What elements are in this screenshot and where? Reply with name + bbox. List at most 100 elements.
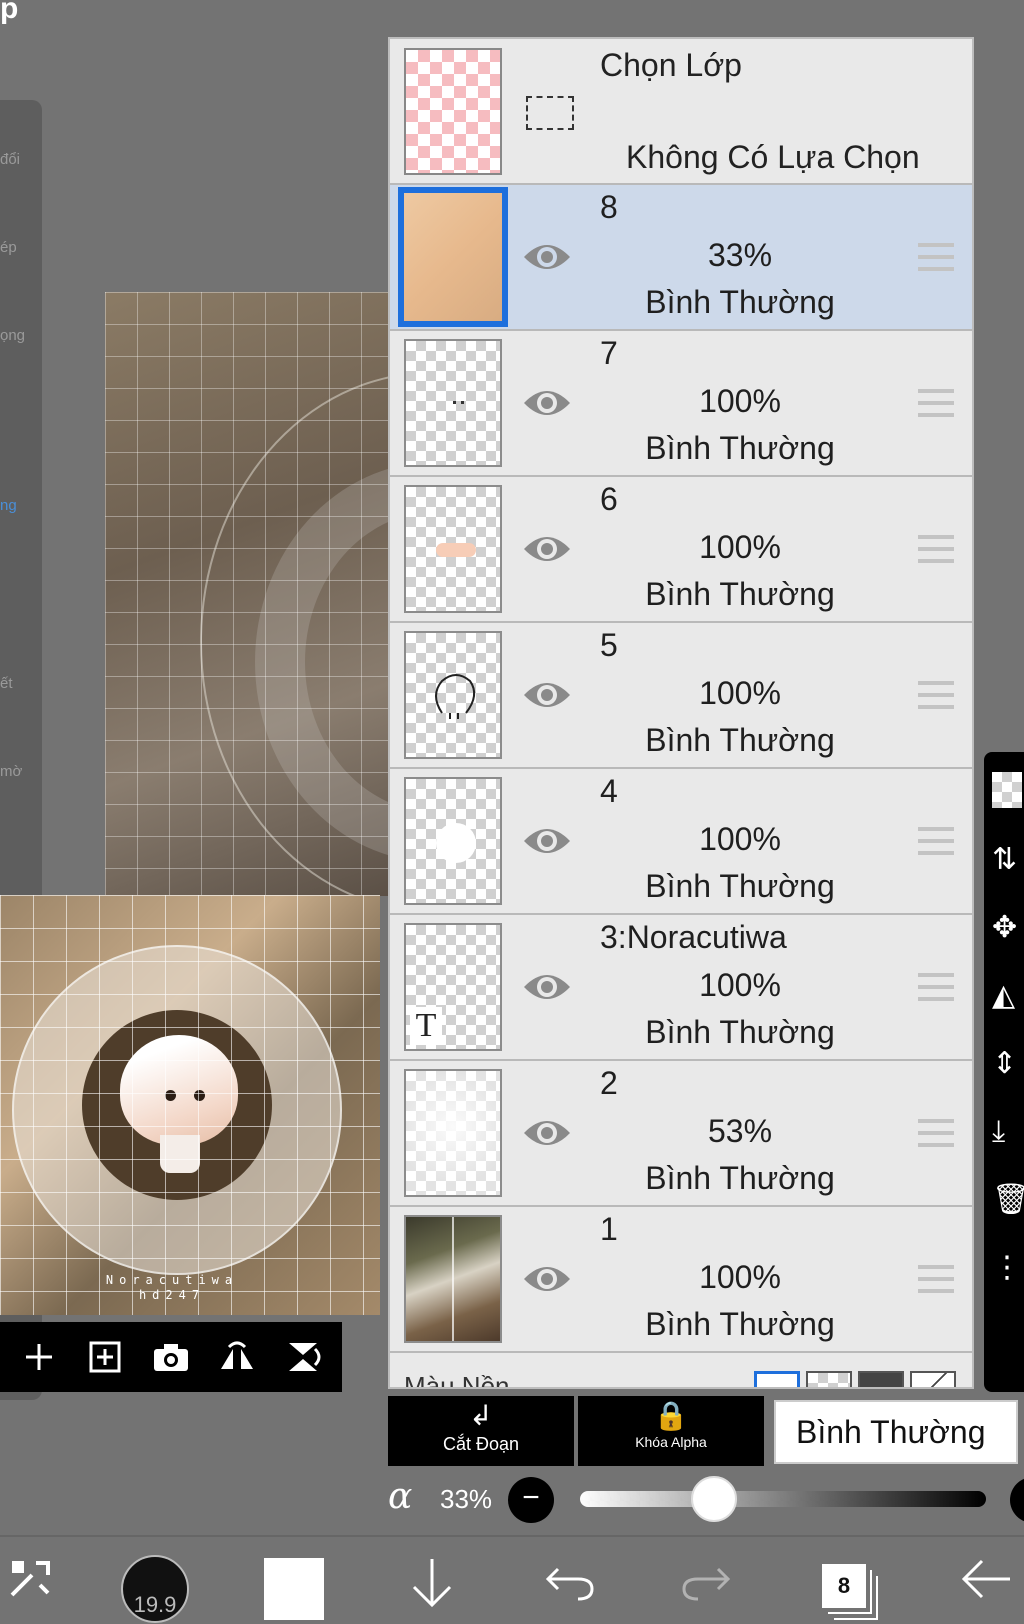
layer-row-7[interactable]: 7 100% Bình Thường xyxy=(390,331,972,477)
opacity-slider[interactable] xyxy=(580,1491,986,1507)
undo-icon[interactable] xyxy=(542,1555,598,1617)
layer-blend-mode: Bình Thường xyxy=(645,576,835,612)
layer-opacity: 53% xyxy=(707,1113,773,1149)
transparency-icon[interactable] xyxy=(992,772,1022,808)
add-icon[interactable] xyxy=(15,1333,63,1381)
eye-icon[interactable] xyxy=(522,1259,572,1299)
alpha-lock-button[interactable]: 🔒 Khóa Alpha xyxy=(578,1396,764,1466)
layer-thumbnail xyxy=(404,777,502,905)
layer-name: 4 xyxy=(600,773,618,809)
layer-blend-mode: Bình Thường xyxy=(645,430,835,466)
drawing-canvas[interactable] xyxy=(105,292,390,896)
back-arrow-icon[interactable] xyxy=(958,1555,1014,1617)
layers-button[interactable]: 8 xyxy=(822,1564,866,1608)
lock-alpha-icon: 🔒 xyxy=(653,1400,689,1431)
drag-handle-icon[interactable] xyxy=(918,389,954,417)
opacity-value: 33% xyxy=(440,1484,493,1514)
bg-dark-swatch[interactable] xyxy=(858,1371,904,1387)
eye-icon[interactable] xyxy=(522,967,572,1007)
layer-blend-mode: Bình Thường xyxy=(645,284,835,320)
down-arrow-icon[interactable] xyxy=(404,1555,460,1624)
tool-smudge[interactable]: ết xyxy=(0,654,40,692)
eye-icon[interactable] xyxy=(522,821,572,861)
opacity-slider-thumb[interactable] xyxy=(690,1476,737,1522)
tool-blur[interactable] xyxy=(0,394,40,411)
eye-icon[interactable] xyxy=(522,675,572,715)
selection-title: Chọn Lớp xyxy=(600,47,742,83)
layer-opacity: 100% xyxy=(699,967,781,1003)
camera-icon[interactable] xyxy=(147,1333,195,1381)
eye-icon[interactable] xyxy=(522,237,572,277)
layer-thumbnail xyxy=(404,631,502,759)
tool-transform[interactable]: đổi xyxy=(0,130,40,168)
tool-shape[interactable]: ọng xyxy=(0,306,40,344)
layer-opacity: 100% xyxy=(699,1259,781,1295)
eye-icon[interactable] xyxy=(522,383,572,423)
layer-right-toolbar: ⇅ ✥ ◭ ⇕ ⤓ 🗑 ⋮ xyxy=(984,752,1024,1392)
tool-brush[interactable]: ng xyxy=(0,476,40,514)
drag-handle-icon[interactable] xyxy=(918,681,954,709)
preview-toolbar xyxy=(0,1322,342,1392)
tool-label: ọng xyxy=(0,327,26,344)
flip-horizontal-icon[interactable] xyxy=(213,1333,261,1381)
flip-vertical-icon[interactable] xyxy=(279,1333,327,1381)
layer-blend-mode: Bình Thường xyxy=(645,722,835,758)
preview-grid xyxy=(0,895,380,1315)
app-title-fragment: p xyxy=(0,0,19,25)
merge-down-icon[interactable]: ⤓ xyxy=(992,1112,1024,1152)
canvas-preview[interactable]: Noracutiwa hd247 xyxy=(0,895,380,1315)
eye-icon[interactable] xyxy=(522,1113,572,1153)
drag-handle-icon[interactable] xyxy=(918,1119,954,1147)
drag-handle-icon[interactable] xyxy=(918,535,954,563)
bottom-divider xyxy=(0,1535,1024,1537)
layer-panel: Chọn Lớp Không Có Lựa Chọn 8 33% Bình Th… xyxy=(388,37,974,1389)
layer-row-1[interactable]: 1 100% Bình Thường xyxy=(390,1207,972,1353)
layer-row-3[interactable]: T 3:Noracutiwa 100% Bình Thường xyxy=(390,915,972,1061)
clip-button[interactable]: ↲ Cắt Đoạn xyxy=(388,1396,574,1466)
tool-eraser[interactable]: mờ xyxy=(0,742,40,780)
bg-transparent-swatch[interactable] xyxy=(806,1371,852,1387)
opacity-increase-button[interactable] xyxy=(1010,1477,1024,1523)
add-window-icon[interactable] xyxy=(81,1333,129,1381)
background-color-row: Màu Nền xyxy=(390,1353,972,1387)
brush-size-indicator[interactable]: 19.9 xyxy=(121,1555,189,1623)
flip-vertical-icon[interactable]: ⇕ xyxy=(992,1044,1024,1084)
layer-row-6[interactable]: 6 100% Bình Thường xyxy=(390,477,972,623)
blend-mode-select[interactable]: Bình Thường xyxy=(774,1400,1018,1464)
swap-layers-icon[interactable]: ⇅ xyxy=(992,840,1024,880)
layer-row-4[interactable]: 4 100% Bình Thường xyxy=(390,769,972,915)
flip-icon[interactable]: ◭ xyxy=(992,976,1024,1016)
layer-thumbnail xyxy=(404,339,502,467)
layer-row-8[interactable]: 8 33% Bình Thường xyxy=(390,185,972,331)
tool-bucket[interactable] xyxy=(0,564,40,581)
layer-opacity: 100% xyxy=(699,529,781,565)
drag-handle-icon[interactable] xyxy=(918,243,954,271)
canvas-grid xyxy=(105,292,390,896)
color-swatch[interactable] xyxy=(264,1558,324,1620)
drag-handle-icon[interactable] xyxy=(918,827,954,855)
opacity-decrease-button[interactable]: − xyxy=(508,1477,554,1523)
bg-none-swatch[interactable] xyxy=(910,1371,956,1387)
preview-signature: Noracutiwa hd247 xyxy=(105,1273,239,1302)
bg-white-swatch[interactable] xyxy=(754,1371,800,1387)
transform-tool-icon[interactable] xyxy=(0,1555,60,1617)
tool-pen[interactable]: ép xyxy=(0,218,40,256)
tool-label: đổi xyxy=(0,151,21,168)
layer-row-2[interactable]: 2 53% Bình Thường xyxy=(390,1061,972,1207)
layer-thumbnail xyxy=(404,1069,502,1197)
alpha-symbol: α xyxy=(388,1476,413,1517)
selection-rect-icon xyxy=(526,96,574,130)
layer-row-5[interactable]: 5 100% Bình Thường xyxy=(390,623,972,769)
more-icon[interactable]: ⋮ xyxy=(992,1248,1024,1288)
selection-layer-row[interactable]: Chọn Lớp Không Có Lựa Chọn xyxy=(390,39,972,185)
redo-icon[interactable] xyxy=(678,1555,734,1617)
trash-icon[interactable]: 🗑 xyxy=(992,1180,1024,1220)
drag-handle-icon[interactable] xyxy=(918,1265,954,1293)
layer-thumbnail xyxy=(404,1215,502,1343)
move-icon[interactable]: ✥ xyxy=(992,908,1024,948)
clip-label: Cắt Đoạn xyxy=(442,1434,520,1454)
eye-icon[interactable] xyxy=(522,529,572,569)
layer-opacity: 33% xyxy=(707,237,773,273)
tool-label: ép xyxy=(0,239,17,256)
drag-handle-icon[interactable] xyxy=(918,973,954,1001)
